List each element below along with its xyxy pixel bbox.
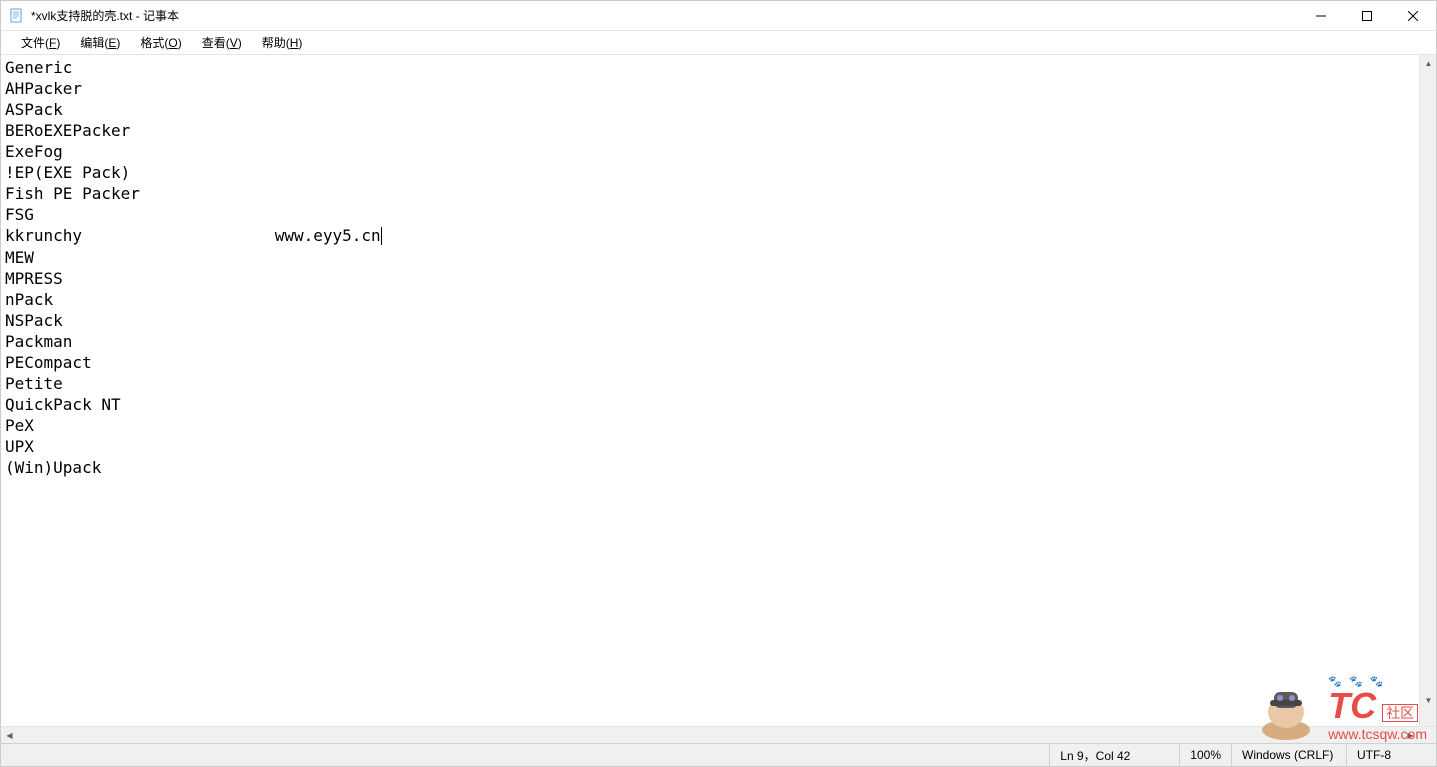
status-zoom: 100% — [1179, 744, 1231, 766]
minimize-button[interactable] — [1298, 1, 1344, 31]
horizontal-scrollbar-container: ◀ ▶ — [1, 726, 1436, 743]
maximize-button[interactable] — [1344, 1, 1390, 31]
notepad-icon — [9, 8, 25, 24]
menu-help[interactable]: 帮助(H) — [252, 31, 313, 54]
window-title: *xvlk支持脱的壳.txt - 记事本 — [31, 7, 1298, 24]
menu-format[interactable]: 格式(O) — [130, 31, 191, 54]
horizontal-scrollbar[interactable] — [18, 727, 1402, 743]
status-encoding: UTF-8 — [1346, 744, 1436, 766]
text-editor[interactable]: Generic AHPacker ASPack BERoEXEPacker Ex… — [1, 55, 1419, 726]
scroll-down-icon[interactable]: ▼ — [1420, 692, 1436, 709]
menu-view[interactable]: 查看(V) — [192, 31, 252, 54]
menu-file[interactable]: 文件(F) — [11, 31, 70, 54]
scroll-up-icon[interactable]: ▲ — [1420, 55, 1436, 72]
status-position: Ln 9，Col 42 — [1049, 744, 1179, 766]
titlebar: *xvlk支持脱的壳.txt - 记事本 — [1, 1, 1436, 31]
close-button[interactable] — [1390, 1, 1436, 31]
menubar: 文件(F) 编辑(E) 格式(O) 查看(V) 帮助(H) — [1, 31, 1436, 55]
scroll-corner — [1419, 727, 1436, 744]
scroll-right-icon[interactable]: ▶ — [1402, 727, 1419, 744]
menu-edit[interactable]: 编辑(E) — [70, 31, 130, 54]
statusbar: Ln 9，Col 42 100% Windows (CRLF) UTF-8 — [1, 743, 1436, 766]
vertical-scrollbar[interactable]: ▲ ▼ — [1419, 55, 1436, 726]
window-controls — [1298, 1, 1436, 30]
status-line-ending: Windows (CRLF) — [1231, 744, 1346, 766]
scroll-left-icon[interactable]: ◀ — [1, 727, 18, 744]
editor-wrapper: Generic AHPacker ASPack BERoEXEPacker Ex… — [1, 55, 1436, 726]
